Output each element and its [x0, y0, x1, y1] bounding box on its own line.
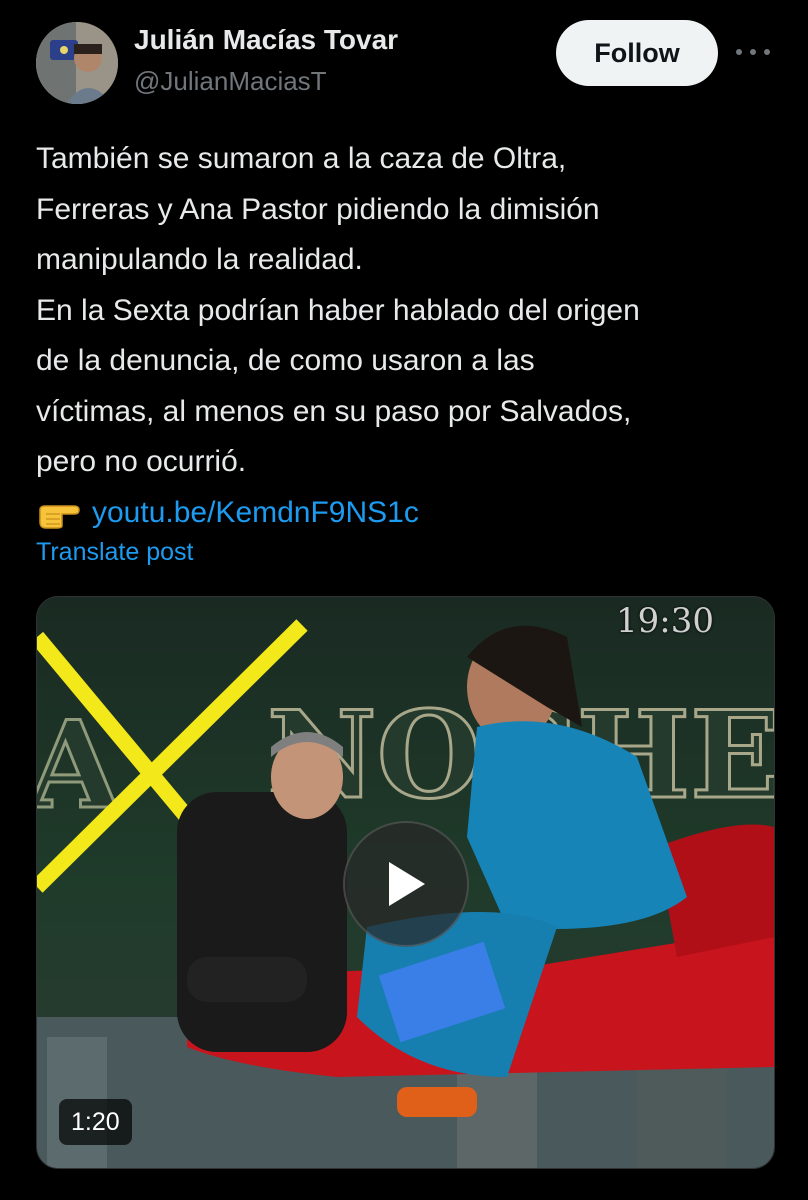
post-text-line: En la Sexta podrían haber hablado del or… [36, 293, 640, 327]
video-timestamp: 19:30 [616, 601, 714, 641]
author-name[interactable]: Julián Macías Tovar [134, 24, 398, 56]
follow-button[interactable]: Follow [556, 20, 718, 86]
dot [764, 49, 770, 55]
post-text-line: de la denuncia, de como usaron a las [36, 344, 535, 377]
video-player[interactable]: A NOCHE 19:30 1:20 [36, 596, 775, 1169]
dot [736, 49, 742, 55]
more-horizontal-icon[interactable] [736, 40, 770, 64]
post-text-line: Ferreras y Ana Pastor pidiendo la dimisi… [36, 192, 600, 226]
avatar-photo [36, 22, 118, 104]
post-text-line: pero no ocurrió. [36, 445, 247, 478]
pointing-right-hand-icon [39, 505, 80, 529]
youtube-link[interactable]: youtu.be/KemdnF9NS1c [92, 488, 419, 539]
dot [750, 49, 756, 55]
video-duration: 1:20 [59, 1099, 132, 1145]
link-line: youtu.be/KemdnF9NS1c [36, 488, 776, 539]
post-text-line: También se sumaron a la caza de Oltra, [36, 142, 567, 175]
translate-post-link[interactable]: Translate post [36, 538, 193, 567]
play-button[interactable] [343, 821, 469, 947]
post-text-line: víctimas, al menos en su paso por Salvad… [36, 394, 632, 428]
author-handle[interactable]: @JulianMaciasT [134, 66, 327, 97]
post-header: Julián Macías Tovar @JulianMaciasT Follo… [0, 0, 808, 120]
post-text: También se sumaron a la caza de Oltra, F… [36, 134, 776, 538]
play-icon [389, 862, 425, 906]
avatar[interactable] [36, 22, 118, 104]
post-text-line: manipulando la realidad. [36, 243, 363, 276]
